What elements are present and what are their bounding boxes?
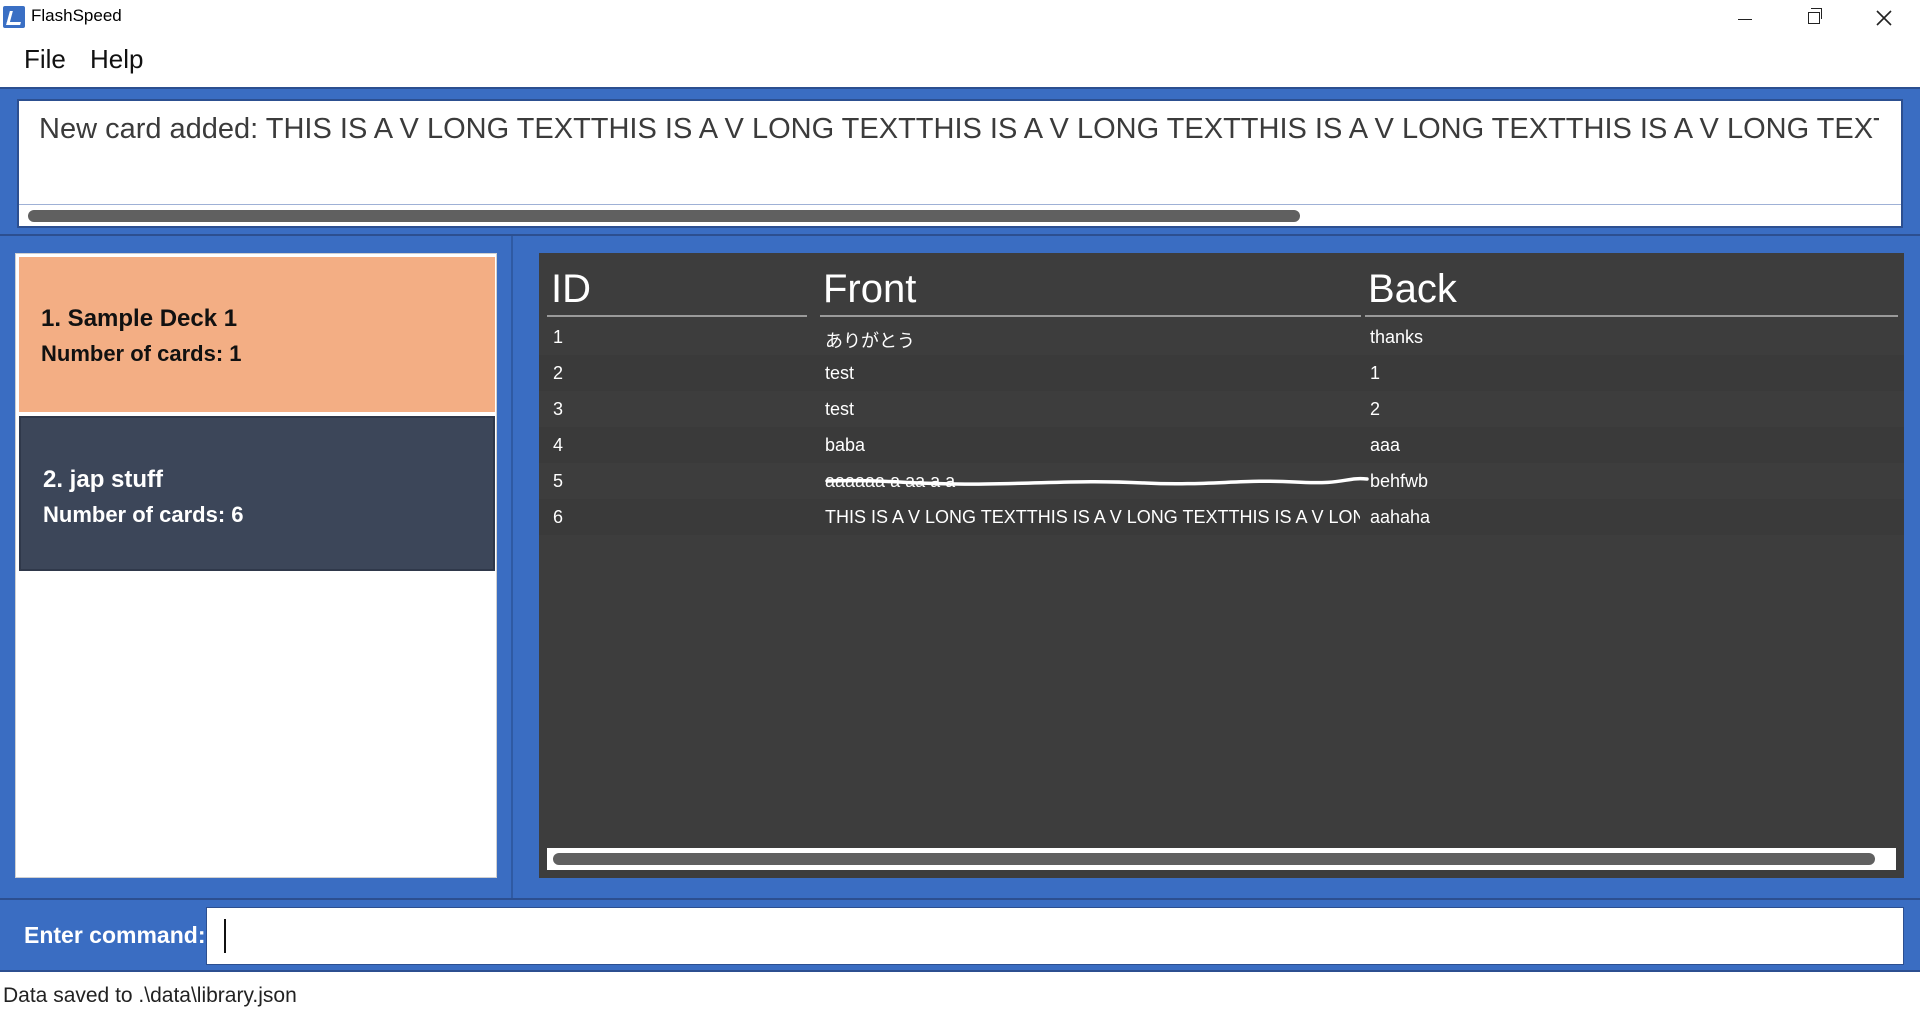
table-row[interactable]: 4 baba aaa <box>539 427 1904 463</box>
text-caret <box>224 919 226 953</box>
deck-title: 2. jap stuff <box>43 466 164 493</box>
cell-back: 2 <box>1370 399 1381 419</box>
cell-front: baba <box>825 435 866 455</box>
title-bar: FlashSpeed <box>0 0 1920 35</box>
header-divider <box>1365 315 1898 317</box>
cell-id: 6 <box>553 507 564 527</box>
header-divider <box>820 315 1361 317</box>
menu-help[interactable]: Help <box>86 44 147 75</box>
table-row[interactable]: 3 test 2 <box>539 391 1904 427</box>
cell-id: 4 <box>553 435 564 455</box>
minimize-button[interactable] <box>1710 0 1780 35</box>
cell-front: test <box>825 363 855 383</box>
deck-list-panel: 1. Sample Deck 1 Number of cards: 1 2. j… <box>15 253 497 878</box>
card-table-panel: ID Front Back 1 ありがとう thanks 2 test 1 3 … <box>539 253 1904 878</box>
menu-file[interactable]: File <box>20 44 70 75</box>
cell-back: thanks <box>1370 327 1424 347</box>
close-icon <box>1876 9 1892 26</box>
deck-card-2[interactable]: 2. jap stuff Number of cards: 6 <box>19 416 495 571</box>
deck-title: 1. Sample Deck 1 <box>41 305 238 332</box>
cell-back: aaa <box>1370 435 1401 455</box>
result-display[interactable]: New card added: THIS IS A V LONG TEXTTHI… <box>17 99 1903 228</box>
cell-front: THIS IS A V LONG TEXTTHIS IS A V LONG TE… <box>825 507 1360 527</box>
main-area: 1. Sample Deck 1 Number of cards: 1 2. j… <box>0 236 1920 898</box>
result-message: New card added: THIS IS A V LONG TEXTTHI… <box>39 113 1879 145</box>
window-title: FlashSpeed <box>31 6 122 25</box>
cell-id: 2 <box>553 363 564 383</box>
deck-card-1[interactable]: 1. Sample Deck 1 Number of cards: 1 <box>19 257 495 412</box>
table-row[interactable]: 2 test 1 <box>539 355 1904 391</box>
annotation-underline <box>825 476 1369 486</box>
cell-front: test <box>825 399 855 419</box>
table-row[interactable]: 6 THIS IS A V LONG TEXTTHIS IS A V LONG … <box>539 499 1904 535</box>
column-header-back[interactable]: Back <box>1368 267 1898 313</box>
result-scroll-thumb[interactable] <box>28 210 1300 222</box>
table-scroll-thumb[interactable] <box>553 853 1875 865</box>
column-header-id[interactable]: ID <box>551 267 811 313</box>
cell-back: aahaha <box>1370 507 1431 527</box>
status-text: Data saved to .\data\library.json <box>3 984 297 1007</box>
restore-icon <box>1808 7 1822 24</box>
command-input[interactable] <box>206 907 1904 965</box>
minimize-icon <box>1738 19 1752 20</box>
table-horizontal-scrollbar[interactable] <box>547 848 1896 870</box>
panel-divider[interactable] <box>511 236 513 898</box>
cell-front: ありがとう <box>825 331 915 351</box>
close-button[interactable] <box>1849 0 1919 35</box>
deck-card-count: Number of cards: 6 <box>43 502 244 527</box>
table-row[interactable]: 1 ありがとう thanks <box>539 319 1904 355</box>
app-icon <box>3 6 25 28</box>
result-horizontal-scrollbar[interactable] <box>19 204 1901 226</box>
header-divider <box>547 315 807 317</box>
cell-back: behfwb <box>1370 471 1429 491</box>
cell-id: 3 <box>553 399 564 419</box>
cell-back: 1 <box>1370 363 1381 383</box>
cell-id: 5 <box>553 471 564 491</box>
status-bar: Data saved to .\data\library.json <box>0 972 1920 1018</box>
column-header-front[interactable]: Front <box>823 267 1361 313</box>
menu-bar: File Help <box>0 35 1920 87</box>
result-display-region: New card added: THIS IS A V LONG TEXTTHI… <box>0 87 1920 236</box>
deck-card-count: Number of cards: 1 <box>41 341 242 366</box>
command-label: Enter command: <box>24 922 206 948</box>
command-region: Enter command: <box>0 898 1920 972</box>
restore-button[interactable] <box>1779 0 1849 35</box>
cell-id: 1 <box>553 327 564 347</box>
